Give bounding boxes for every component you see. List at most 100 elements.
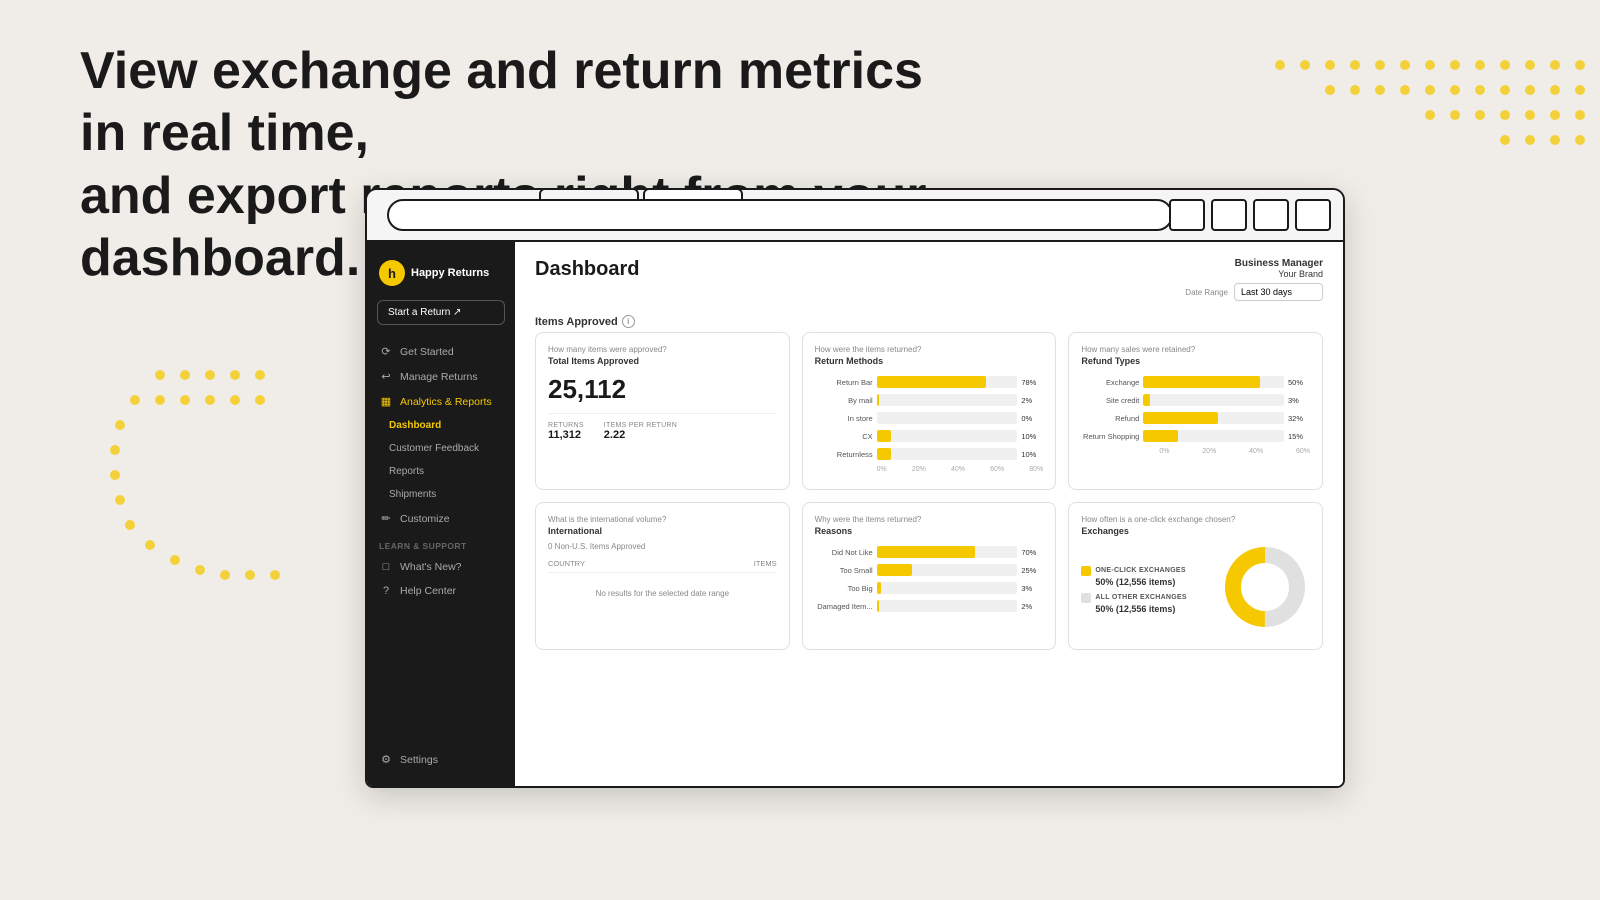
refund-types-chart: Exchange 50% Site credit 3% bbox=[1081, 372, 1310, 459]
learn-support-label: Learn & Support bbox=[367, 531, 515, 555]
intl-title: International bbox=[548, 526, 777, 536]
legend-dot-yellow bbox=[1081, 566, 1091, 576]
bar-label: Too Small bbox=[815, 566, 873, 575]
exchanges-card: How often is a one-click exchange chosen… bbox=[1068, 502, 1323, 650]
bar-track bbox=[877, 600, 1018, 612]
date-range-select[interactable]: Last 30 days Last 7 days Last 90 days Cu… bbox=[1234, 283, 1323, 301]
sidebar-item-get-started[interactable]: ⟳ Get Started bbox=[367, 339, 515, 364]
bar-label: Did Not Like bbox=[815, 548, 873, 557]
bar-label: By mail bbox=[815, 396, 873, 405]
bar-label: Return Shopping bbox=[1081, 432, 1139, 441]
bar-row-too-big: Too Big 3% bbox=[815, 582, 1044, 594]
customize-icon: ✏ bbox=[379, 512, 393, 525]
items-per-return-label: ITEMS PER RETURN bbox=[604, 422, 677, 429]
bar-track bbox=[877, 448, 1018, 460]
browser-btn-1[interactable] bbox=[1169, 199, 1205, 231]
return-methods-chart: Return Bar 78% By mail 2% bbox=[815, 372, 1044, 477]
chart-axis: 0%20%40%60%80% bbox=[815, 466, 1044, 473]
donut-area: ONE-CLICK EXCHANGES 50% (12,556 items) A… bbox=[1081, 542, 1310, 637]
bar-fill bbox=[877, 448, 891, 460]
bar-label: Damaged Item... bbox=[815, 602, 873, 611]
bar-label: Too Big bbox=[815, 584, 873, 593]
sidebar-item-shipments[interactable]: Shipments bbox=[367, 483, 515, 506]
help-icon: ? bbox=[379, 585, 393, 597]
bar-pct: 15% bbox=[1288, 432, 1310, 441]
user-info-area: Business Manager Your Brand Date Range L… bbox=[1185, 258, 1323, 301]
bar-label: Return Bar bbox=[815, 378, 873, 387]
exchanges-question: How often is a one-click exchange chosen… bbox=[1081, 515, 1310, 524]
sidebar-item-dashboard[interactable]: Dashboard bbox=[367, 414, 515, 437]
bar-row-cx: CX 10% bbox=[815, 430, 1044, 442]
bar-pct: 10% bbox=[1021, 432, 1043, 441]
browser-btn-4[interactable] bbox=[1295, 199, 1331, 231]
exchanges-title: Exchanges bbox=[1081, 526, 1310, 536]
browser-window: h Happy Returns Start a Return ↗ ⟳ Get S… bbox=[365, 188, 1345, 788]
bar-track bbox=[1143, 430, 1284, 442]
user-role: Business Manager bbox=[1185, 258, 1323, 269]
help-center-label: Help Center bbox=[400, 585, 456, 597]
bar-row-returnless: Returnless 10% bbox=[815, 448, 1044, 460]
brand-name: Happy Returns bbox=[411, 267, 489, 279]
no-results: No results for the selected date range bbox=[548, 577, 777, 610]
legend-item-other: ALL OTHER EXCHANGES 50% (12,556 items) bbox=[1081, 593, 1187, 614]
reports-label: Reports bbox=[389, 466, 424, 477]
bar-label: Returnless bbox=[815, 450, 873, 459]
donut-legend: ONE-CLICK EXCHANGES 50% (12,556 items) A… bbox=[1081, 566, 1187, 614]
bar-row-did-not-like: Did Not Like 70% bbox=[815, 546, 1044, 558]
sidebar-item-whats-new[interactable]: □ What's New? bbox=[367, 555, 515, 579]
bar-track bbox=[1143, 394, 1284, 406]
settings-icon: ⚙ bbox=[379, 753, 393, 766]
total-items-card: How many items were approved? Total Item… bbox=[535, 332, 790, 490]
return-methods-title: Return Methods bbox=[815, 356, 1044, 366]
total-card-title: Total Items Approved bbox=[548, 356, 777, 366]
user-info: Business Manager Your Brand bbox=[1185, 258, 1323, 279]
bar-row-too-small: Too Small 25% bbox=[815, 564, 1044, 576]
browser-btn-3[interactable] bbox=[1253, 199, 1289, 231]
sidebar-item-help-center[interactable]: ? Help Center bbox=[367, 579, 515, 603]
sidebar-item-label: Manage Returns bbox=[400, 371, 478, 383]
manage-returns-icon: ↩ bbox=[379, 370, 393, 383]
bar-fill bbox=[877, 564, 912, 576]
sidebar-item-reports[interactable]: Reports bbox=[367, 460, 515, 483]
donut-chart bbox=[1220, 542, 1310, 637]
bar-track bbox=[877, 376, 1018, 388]
reasons-question: Why were the items returned? bbox=[815, 515, 1044, 524]
bar-track bbox=[1143, 412, 1284, 424]
bar-row-damaged: Damaged Item... 2% bbox=[815, 600, 1044, 612]
address-bar[interactable] bbox=[387, 199, 1173, 231]
dashboard-title: Dashboard bbox=[535, 258, 639, 281]
return-methods-question: How were the items returned? bbox=[815, 345, 1044, 354]
sidebar-item-manage-returns[interactable]: ↩ Manage Returns bbox=[367, 364, 515, 389]
browser-btn-2[interactable] bbox=[1211, 199, 1247, 231]
bar-row-return-bar: Return Bar 78% bbox=[815, 376, 1044, 388]
bar-pct: 2% bbox=[1021, 602, 1043, 611]
sidebar-item-analytics[interactable]: ▦ Analytics & Reports bbox=[367, 389, 515, 414]
sidebar-item-customer-feedback[interactable]: Customer Feedback bbox=[367, 437, 515, 460]
bar-fill bbox=[877, 430, 891, 442]
bar-label: Exchange bbox=[1081, 378, 1139, 387]
total-card-question: How many items were approved? bbox=[548, 345, 777, 354]
sidebar-item-customize[interactable]: ✏ Customize bbox=[367, 506, 515, 531]
legend-item-one-click: ONE-CLICK EXCHANGES 50% (12,556 items) bbox=[1081, 566, 1187, 587]
reasons-title: Reasons bbox=[815, 526, 1044, 536]
legend-dot-gray bbox=[1081, 593, 1091, 603]
items-per-return-value: 2.22 bbox=[604, 429, 677, 441]
legend-label-row: ONE-CLICK EXCHANGES bbox=[1081, 566, 1187, 576]
bar-track bbox=[1143, 376, 1284, 388]
bar-track bbox=[877, 546, 1018, 558]
sidebar-item-label: Get Started bbox=[400, 346, 454, 358]
legend-title-one-click: ONE-CLICK EXCHANGES bbox=[1095, 567, 1186, 574]
refund-types-title: Refund Types bbox=[1081, 356, 1310, 366]
bar-pct: 2% bbox=[1021, 396, 1043, 405]
total-items-number: 25,112 bbox=[548, 374, 777, 405]
sidebar-settings[interactable]: ⚙ Settings bbox=[367, 745, 515, 774]
date-range-label: Date Range bbox=[1185, 288, 1228, 297]
sidebar-logo: h Happy Returns bbox=[367, 254, 515, 300]
bar-fill bbox=[877, 376, 987, 388]
start-return-button[interactable]: Start a Return ↗ bbox=[377, 300, 505, 325]
first-cards-row: How many items were approved? Total Item… bbox=[535, 332, 1323, 490]
hero-line1: View exchange and return metrics in real… bbox=[80, 42, 923, 162]
country-col: COUNTRY bbox=[548, 559, 585, 568]
bar-track bbox=[877, 430, 1018, 442]
user-brand: Your Brand bbox=[1185, 269, 1323, 279]
